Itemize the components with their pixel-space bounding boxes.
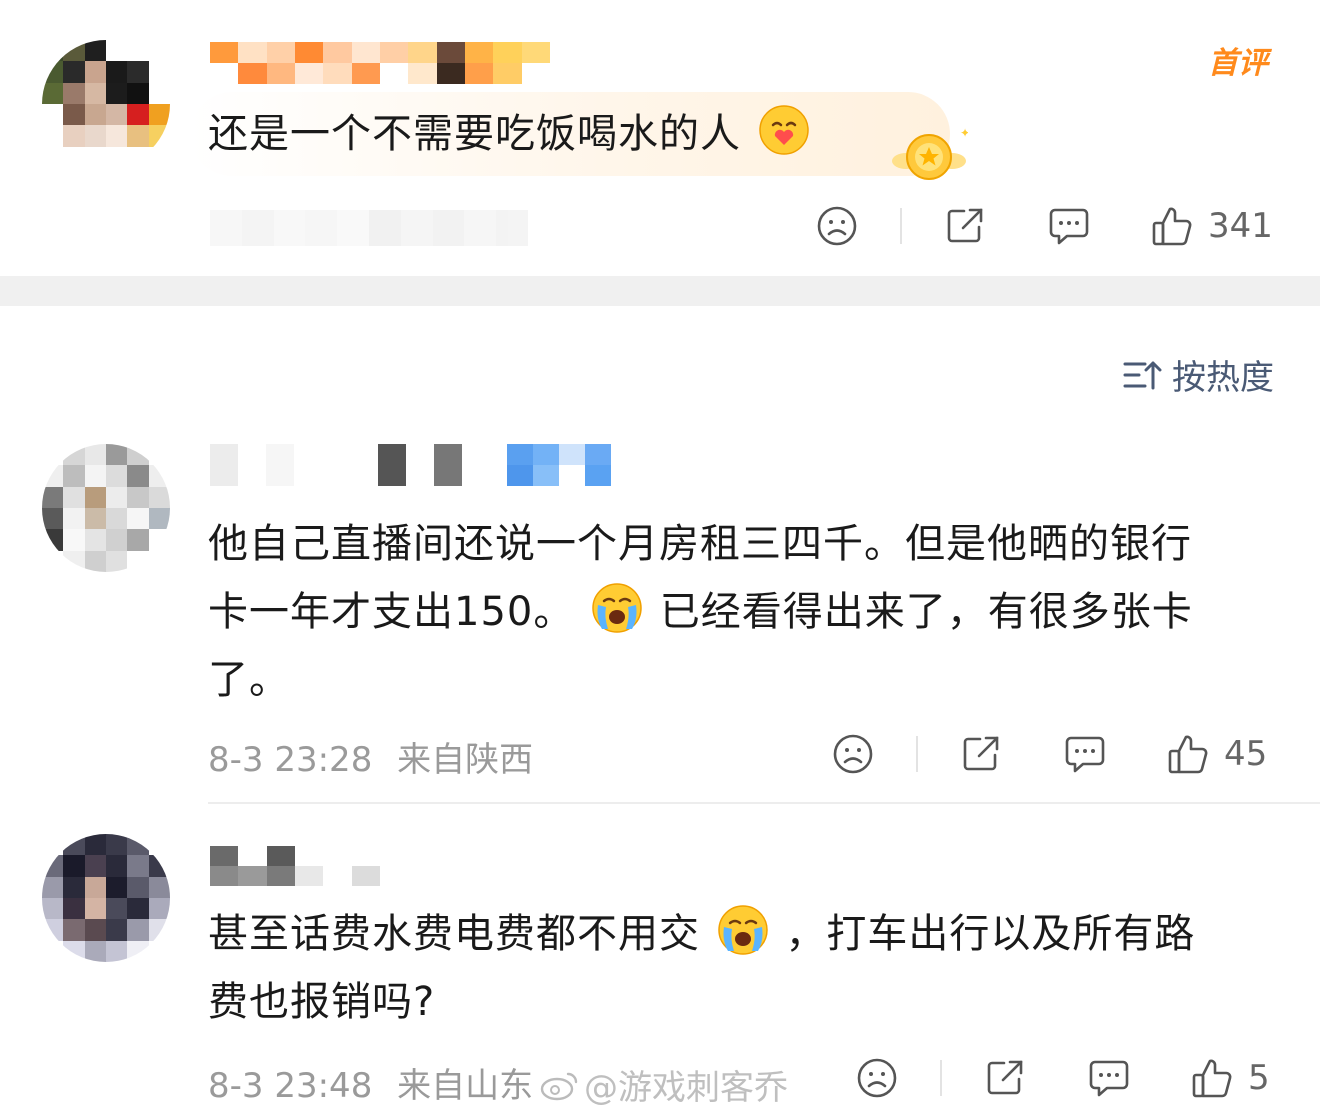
hug-emoji-icon: [758, 105, 809, 155]
location: 来自山东: [397, 1066, 534, 1106]
like-button[interactable]: 45: [1166, 732, 1267, 776]
crying-emoji-icon: [592, 583, 642, 633]
share-button[interactable]: [982, 1057, 1028, 1099]
like-count: 341: [1208, 206, 1273, 246]
like-count: 5: [1248, 1058, 1270, 1098]
comment-actions: 5: [854, 1052, 1270, 1104]
action-divider: [900, 208, 902, 244]
comment-text: 甚至话费水费电费都不用交 ，打车出行以及所有路 费也报销吗?: [208, 900, 1195, 1036]
share-icon: [963, 736, 999, 771]
timestamp: 8-3 23:28: [208, 740, 373, 780]
sad-face-icon: [817, 206, 857, 246]
comment-text: 他自己直播间还说一个月房租三四千。但是他晒的银行 卡一年才支出150。 已经看得…: [208, 510, 1193, 714]
dislike-button[interactable]: [814, 205, 860, 247]
comment-text-line: 他自己直播间还说一个月房租三四千。但是他晒的银行: [208, 521, 1192, 567]
avatar[interactable]: [42, 40, 170, 168]
thumbs-up-icon: [1168, 735, 1208, 774]
watermark-text: @游戏刺客乔: [584, 1068, 788, 1108]
sad-face-icon: [857, 1058, 897, 1098]
comment-actions: 45: [830, 728, 1267, 780]
comment-meta: 8-3 23:48 来自山东: [208, 1058, 533, 1107]
comment-bubble-icon: [1065, 736, 1105, 773]
first-comment-badge: 首评: [1208, 46, 1268, 81]
sort-by-hot-button[interactable]: 按热度: [1122, 350, 1274, 399]
username-redacted[interactable]: [210, 846, 380, 886]
comment-bubble-icon: [1089, 1060, 1129, 1097]
share-icon: [947, 208, 983, 243]
comment-text-line: 了。: [208, 657, 290, 703]
section-divider: [0, 276, 1320, 306]
like-count: 45: [1224, 734, 1268, 774]
share-button[interactable]: [958, 733, 1004, 775]
crying-emoji-icon: [717, 905, 768, 955]
comment-text: 还是一个不需要吃饭喝水的人: [208, 100, 813, 168]
comment-text-line: 费也报销吗?: [208, 979, 436, 1025]
share-icon: [987, 1060, 1023, 1095]
dislike-button[interactable]: [854, 1057, 900, 1099]
like-button[interactable]: 341: [1150, 204, 1273, 248]
username-redacted[interactable]: [210, 444, 490, 486]
comment-meta: 8-3 23:28 来自陕西: [208, 732, 533, 781]
reply-button[interactable]: [1046, 205, 1092, 247]
avatar[interactable]: [42, 834, 170, 962]
dislike-button[interactable]: [830, 733, 876, 775]
comment-separator: [208, 802, 1320, 804]
comment-text-line: 还是一个不需要吃饭喝水的人: [208, 111, 741, 157]
comment-bubble-icon: [1049, 208, 1089, 245]
comment-actions: 341: [814, 200, 1273, 252]
thumbs-up-icon: [1192, 1059, 1232, 1098]
sort-label: 按热度: [1172, 358, 1274, 398]
medal-badge-icon: ✦: [892, 126, 968, 180]
share-button[interactable]: [942, 205, 988, 247]
sort-icon: [1123, 361, 1162, 389]
location: 来自陕西: [397, 740, 534, 780]
watermark: @游戏刺客乔: [540, 1060, 788, 1109]
username-redacted[interactable]: [210, 42, 550, 84]
svg-text:✦: ✦: [960, 126, 968, 140]
user-badge-redacted: [507, 444, 611, 486]
timestamp: 8-3 23:48: [208, 1066, 373, 1106]
reply-button[interactable]: [1062, 733, 1108, 775]
reply-button[interactable]: [1086, 1057, 1132, 1099]
action-divider: [916, 736, 918, 772]
like-button[interactable]: 5: [1190, 1056, 1270, 1100]
weibo-logo-icon: [540, 1072, 578, 1100]
timestamp-redacted: [210, 210, 528, 246]
sad-face-icon: [833, 734, 873, 774]
thumbs-up-icon: [1152, 207, 1192, 246]
action-divider: [940, 1060, 942, 1096]
avatar[interactable]: [42, 444, 170, 572]
comment-text-line: 甚至话费水费电费都不用交 ，打车出行以及所有路: [208, 900, 1195, 968]
comment-text-line: 卡一年才支出150。 已经看得出来了，有很多张卡: [208, 578, 1193, 646]
